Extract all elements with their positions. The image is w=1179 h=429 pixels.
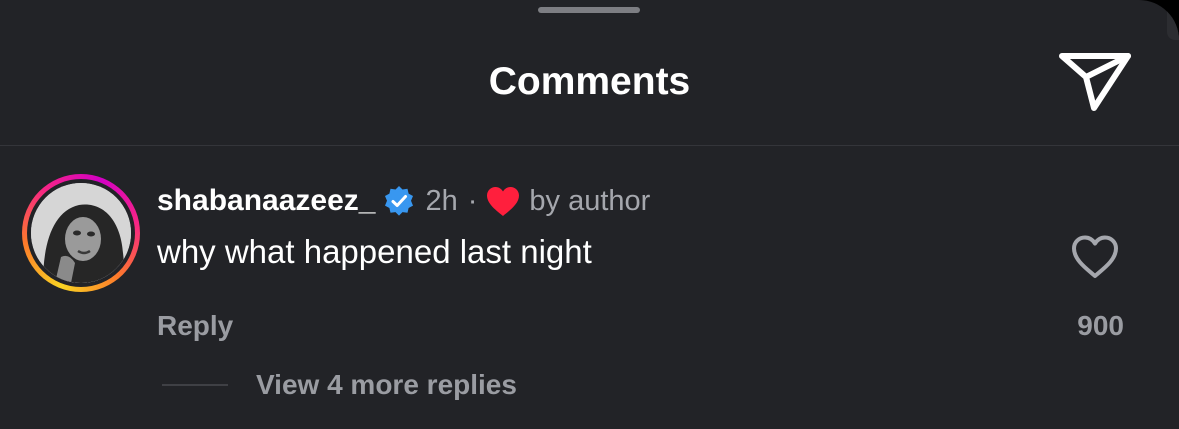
- sheet-grabber[interactable]: [538, 7, 640, 13]
- avatar-photo: [31, 183, 131, 283]
- reply-button[interactable]: Reply: [157, 308, 233, 344]
- like-button[interactable]: [1070, 234, 1120, 280]
- verified-badge-icon: [385, 186, 414, 216]
- send-icon: [1059, 53, 1131, 111]
- comments-sheet: Comments shabanaazeez_ 2h · by author wh…: [0, 0, 1179, 429]
- heart-outline-icon: [1072, 235, 1118, 278]
- comment-meta: shabanaazeez_ 2h · by author: [157, 182, 650, 220]
- view-replies-button[interactable]: View 4 more replies: [256, 367, 517, 403]
- share-button[interactable]: [1056, 44, 1136, 114]
- comment-text: why what happened last night: [157, 233, 592, 270]
- liked-by-author-label: by author: [529, 184, 651, 217]
- page-title: Comments: [488, 60, 691, 103]
- comment-timestamp: 2h: [425, 184, 458, 217]
- like-count[interactable]: 900: [1077, 308, 1124, 344]
- avatar[interactable]: [22, 174, 140, 292]
- heart-filled-icon: [487, 187, 520, 216]
- comment-username[interactable]: shabanaazeez_: [157, 184, 375, 218]
- replies-line: [162, 384, 228, 386]
- sheet-edge: [1167, 0, 1179, 40]
- meta-separator: ·: [467, 184, 478, 217]
- header-divider: [0, 145, 1179, 146]
